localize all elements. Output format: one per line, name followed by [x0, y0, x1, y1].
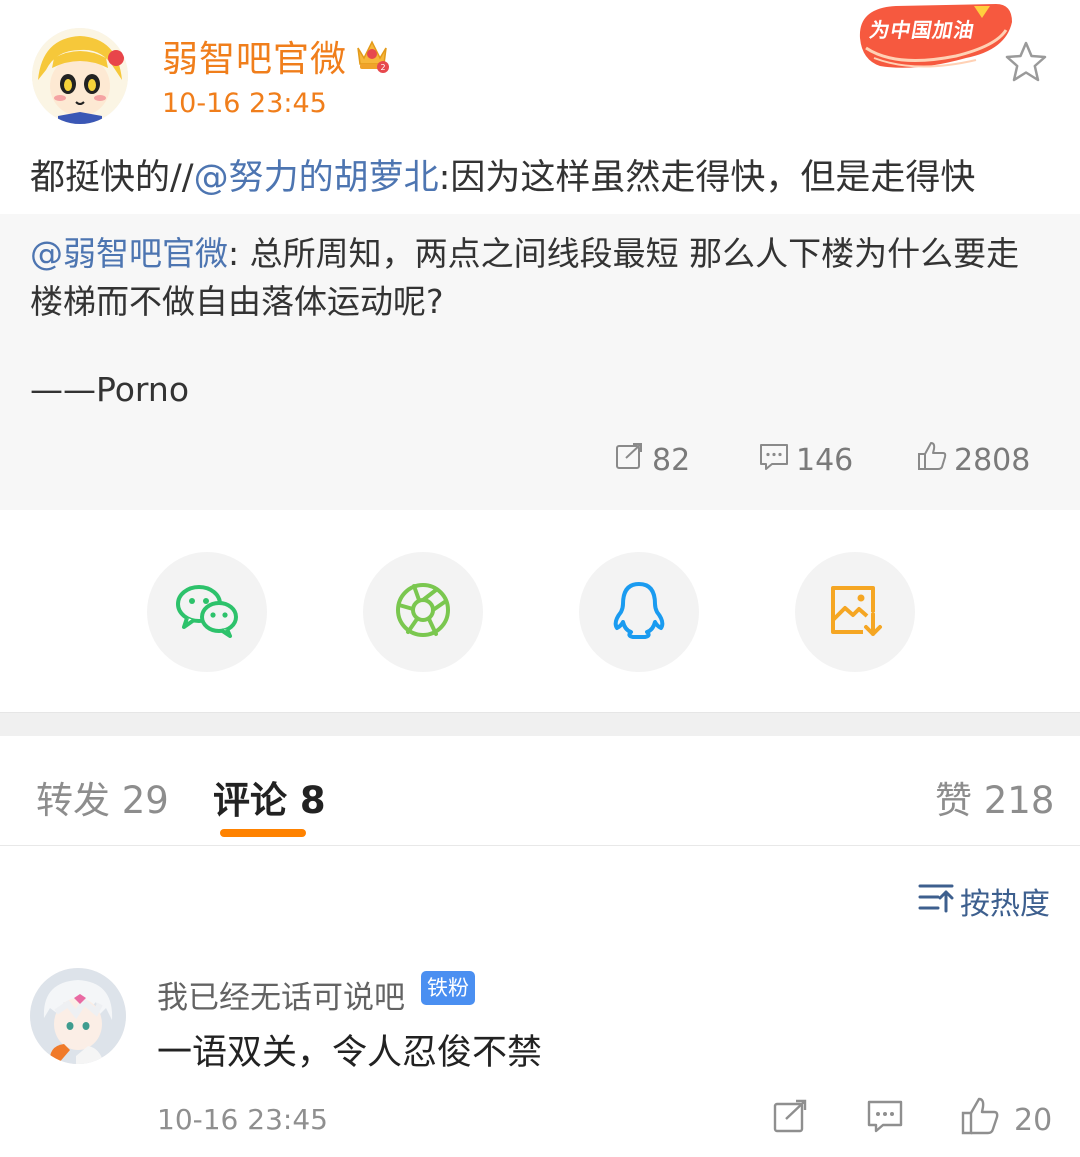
active-tab-indicator: [220, 829, 306, 837]
fan-badge: 铁粉: [421, 971, 475, 1005]
post-time: 10-16 23:45: [162, 88, 327, 119]
favorite-star-icon[interactable]: [1002, 38, 1050, 86]
share-moments-button[interactable]: [363, 552, 483, 672]
sort-by-hot-button[interactable]: 按热度: [918, 880, 1050, 922]
author-avatar[interactable]: [32, 28, 128, 124]
comment-text: 一语双关，令人忍俊不禁: [157, 1033, 543, 1073]
sort-label: 按热度: [960, 887, 1050, 922]
save-image-icon: [827, 582, 883, 642]
original-post-text: @弱智吧官微: 总所周知，两点之间线段最短 那么人下楼为什么要走楼梯而不做自由落…: [30, 230, 1050, 326]
thumbs-up-icon: [960, 1096, 1000, 1144]
comment-icon: [866, 1097, 904, 1143]
post-header: 弱智吧官微 2 10-16 23:45 为中国加油: [0, 0, 1080, 140]
section-divider: [0, 712, 1080, 736]
comment-like-button[interactable]: 20: [960, 1096, 1053, 1144]
original-mention-link[interactable]: @弱智吧官微: [30, 234, 228, 273]
original-comment-count[interactable]: 146: [758, 440, 853, 480]
author-name[interactable]: 弱智吧官微: [162, 30, 347, 82]
repost-count-value: 82: [652, 442, 691, 478]
tab-likes[interactable]: 赞 218: [935, 770, 1054, 824]
cheer-badge-text: 为中国加油: [867, 18, 977, 42]
like-count-value: 2808: [954, 442, 1031, 478]
original-like-count[interactable]: 2808: [916, 440, 1030, 480]
share-qq-button[interactable]: [579, 552, 699, 672]
original-repost-count[interactable]: 82: [614, 440, 690, 480]
comment-reply-button[interactable]: [866, 1098, 904, 1142]
vip-crown-icon: 2: [352, 34, 392, 74]
original-post-card[interactable]: @弱智吧官微: 总所周知，两点之间线段最短 那么人下楼为什么要走楼梯而不做自由落…: [0, 214, 1080, 510]
sort-icon: [918, 880, 960, 922]
comment-icon: [758, 440, 796, 480]
tab-comments[interactable]: 评论 8: [213, 770, 326, 824]
wechat-icon: [175, 582, 239, 642]
thumbs-up-icon: [916, 440, 954, 480]
save-image-button[interactable]: [795, 552, 915, 672]
repost-text: 都挺快的//@努力的胡萝北:因为这样虽然走得快，但是走得快: [30, 152, 975, 204]
original-post-signature: ——Porno: [30, 370, 190, 409]
tabs-divider: [0, 845, 1080, 846]
qq-icon: [611, 580, 667, 644]
comment-count-value: 146: [796, 442, 854, 478]
repost-prefix: 都挺快的//: [30, 158, 194, 198]
repost-icon: [772, 1097, 810, 1143]
share-wechat-button[interactable]: [147, 552, 267, 672]
comment-repost-button[interactable]: [772, 1098, 810, 1142]
comment-time: 10-16 23:45: [157, 1103, 328, 1136]
repost-mention-link[interactable]: @努力的胡萝北: [194, 158, 439, 198]
comment-user-name[interactable]: 我已经无话可说吧: [157, 972, 405, 1017]
comment-user-avatar[interactable]: [30, 968, 126, 1064]
moments-icon: [394, 581, 452, 643]
tab-reposts[interactable]: 转发 29: [36, 770, 169, 824]
svg-text:2: 2: [380, 63, 385, 72]
repost-icon: [614, 440, 652, 480]
comment-like-count: 20: [1014, 1102, 1053, 1138]
repost-body: :因为这样虽然走得快，但是走得快: [438, 158, 976, 198]
